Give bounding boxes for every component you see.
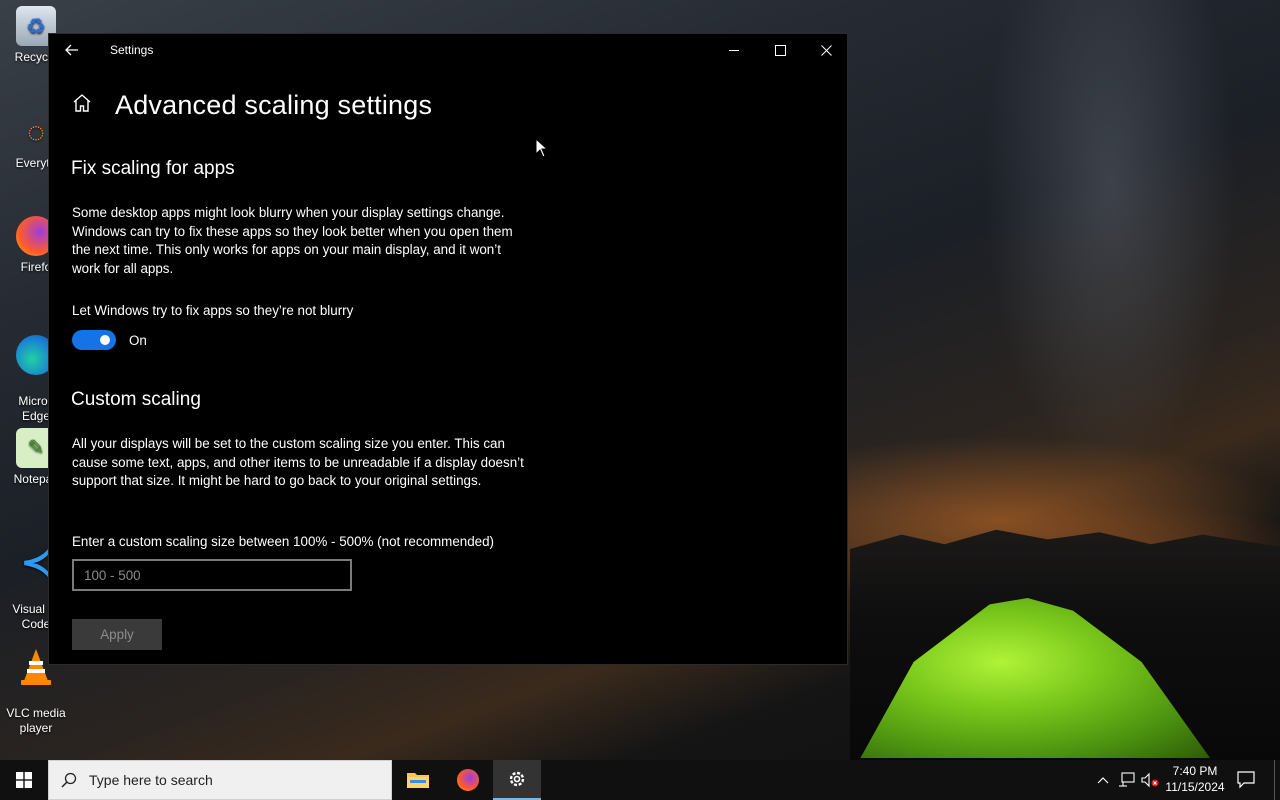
section-title-fix-scaling: Fix scaling for apps — [71, 158, 235, 179]
clock-time: 7:40 PM — [1172, 764, 1218, 778]
firefox-icon — [457, 769, 479, 791]
windows-logo-icon — [16, 772, 32, 788]
action-center-icon[interactable] — [1236, 769, 1258, 791]
wallpaper-sky — [850, 0, 1280, 520]
fix-scaling-description: Some desktop apps might look blurry when… — [72, 205, 513, 276]
section-title-custom-scaling: Custom scaling — [71, 389, 201, 410]
clock-date: 11/15/2024 — [1165, 780, 1225, 794]
window-title: Settings — [110, 43, 154, 57]
fix-apps-toggle-label: Let Windows try to fix apps so they’re n… — [72, 303, 354, 318]
desktop-icon-label: VLC media player — [6, 706, 66, 735]
title-bar[interactable]: Settings — [49, 34, 847, 66]
settings-gear-icon — [509, 771, 525, 787]
search-placeholder: Type here to search — [89, 772, 213, 788]
close-button[interactable] — [803, 34, 849, 66]
toggle-knob — [100, 335, 110, 345]
taskbar: Type here to search 7:40 PM 11/15/2024 — [0, 760, 1280, 800]
page-title: Advanced scaling settings — [115, 90, 433, 120]
volume-muted-icon[interactable] — [1140, 770, 1160, 790]
home-icon[interactable] — [71, 92, 95, 116]
minimize-icon — [728, 49, 739, 51]
fix-apps-toggle[interactable] — [72, 330, 116, 350]
network-icon[interactable] — [1117, 770, 1137, 790]
taskbar-search-box[interactable]: Type here to search — [48, 760, 392, 800]
maximize-button[interactable] — [757, 34, 803, 66]
back-arrow-icon[interactable] — [59, 38, 85, 62]
taskbar-file-explorer[interactable] — [394, 760, 442, 800]
toggle-state-text: On — [129, 333, 147, 348]
custom-scaling-input[interactable] — [72, 559, 352, 591]
mouse-cursor-icon — [535, 137, 549, 158]
file-explorer-icon — [407, 773, 429, 788]
close-icon — [820, 44, 832, 56]
show-hidden-icons-chevron-icon[interactable] — [1093, 770, 1113, 790]
start-button[interactable] — [0, 760, 48, 800]
custom-scaling-description: All your displays will be set to the cus… — [72, 436, 524, 488]
settings-window: Settings Advanced scaling settings Fix s… — [48, 33, 848, 665]
minimize-button[interactable] — [711, 34, 757, 66]
show-desktop-button[interactable] — [1274, 760, 1280, 800]
search-icon — [49, 772, 89, 788]
taskbar-clock[interactable]: 7:40 PM 11/15/2024 — [1160, 763, 1230, 795]
apply-button[interactable]: Apply — [72, 619, 162, 650]
maximize-icon — [774, 44, 786, 56]
custom-scaling-input-label: Enter a custom scaling size between 100%… — [72, 534, 495, 549]
taskbar-settings[interactable] — [493, 760, 541, 800]
taskbar-firefox[interactable] — [444, 760, 492, 800]
